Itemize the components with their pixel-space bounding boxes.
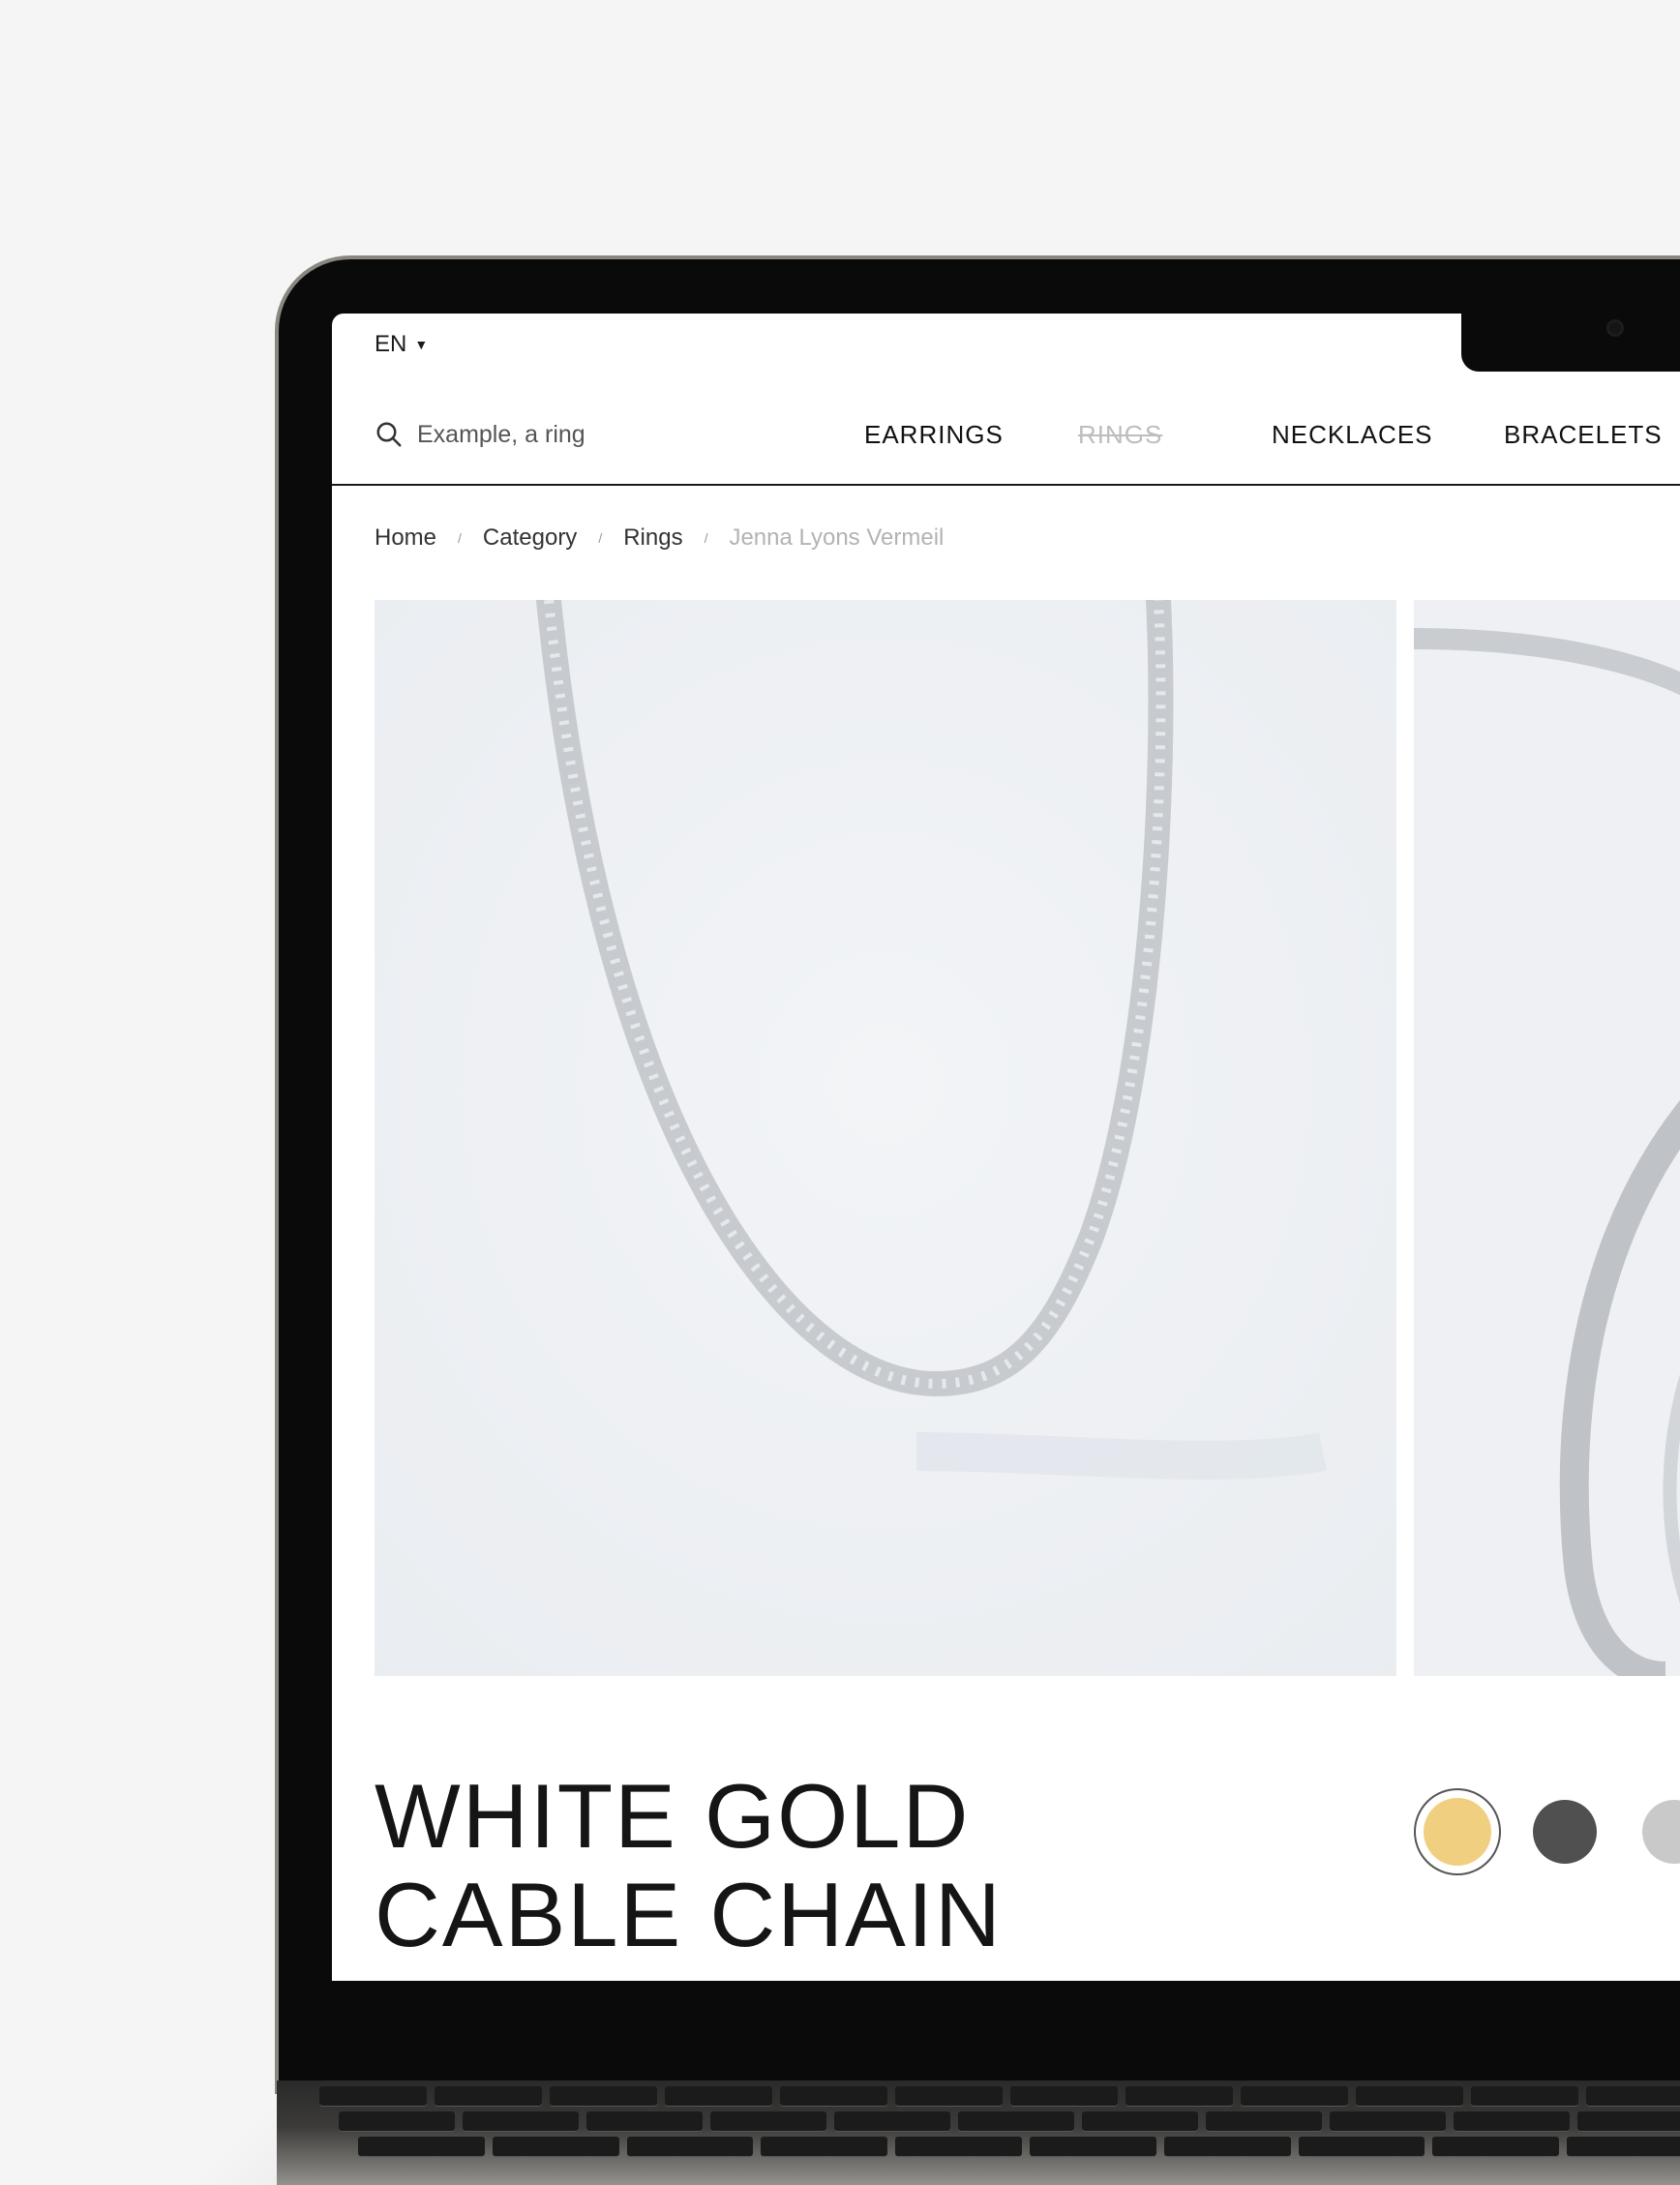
product-photo-secondary[interactable] [1414,600,1680,1676]
swatch-silver[interactable] [1642,1800,1680,1864]
browser-screen: EN ▼ EARRINGS RINGS NECKLACES BRACELETS … [332,314,1680,1981]
keyboard [319,2086,1680,2185]
breadcrumb-current: Jenna Lyons Vermeil [729,524,945,551]
swatch-gold-selected[interactable] [1414,1788,1501,1875]
breadcrumb-separator: / [458,530,462,546]
language-selector[interactable]: EN ▼ [375,331,428,358]
search-input[interactable] [417,420,669,449]
product-title: WHITE GOLD CABLE CHAIN [375,1767,1003,1964]
navbar: EARRINGS RINGS NECKLACES BRACELETS [332,395,1680,486]
chain-necklace-image [375,600,1396,1676]
chain-closeup-image [1414,600,1680,1676]
camera-icon [1606,319,1624,337]
product-title-line1: WHITE GOLD [375,1765,971,1867]
caret-down-icon: ▼ [414,337,429,352]
search-bar [375,420,669,449]
breadcrumb-home[interactable]: Home [375,524,436,552]
screen-notch [1461,314,1680,372]
swatch-gold-dot [1424,1798,1491,1866]
breadcrumb-category[interactable]: Category [483,524,577,552]
nav-bracelets[interactable]: BRACELETS [1504,420,1663,450]
breadcrumb-separator: / [598,530,603,546]
nav-necklaces[interactable]: NECKLACES [1272,420,1433,450]
breadcrumb-separator: / [704,530,708,546]
breadcrumb: Home / Category / Rings / Jenna Lyons Ve… [375,524,944,552]
nav-earrings[interactable]: EARRINGS [864,420,1004,450]
nav-rings[interactable]: RINGS [1078,420,1162,450]
product-title-line2: CABLE CHAIN [375,1864,1003,1965]
swatch-dark-gray[interactable] [1533,1800,1597,1864]
search-icon [376,422,402,447]
breadcrumb-rings[interactable]: Rings [623,524,682,552]
language-label: EN [375,331,407,357]
product-photo-main[interactable] [375,600,1396,1676]
